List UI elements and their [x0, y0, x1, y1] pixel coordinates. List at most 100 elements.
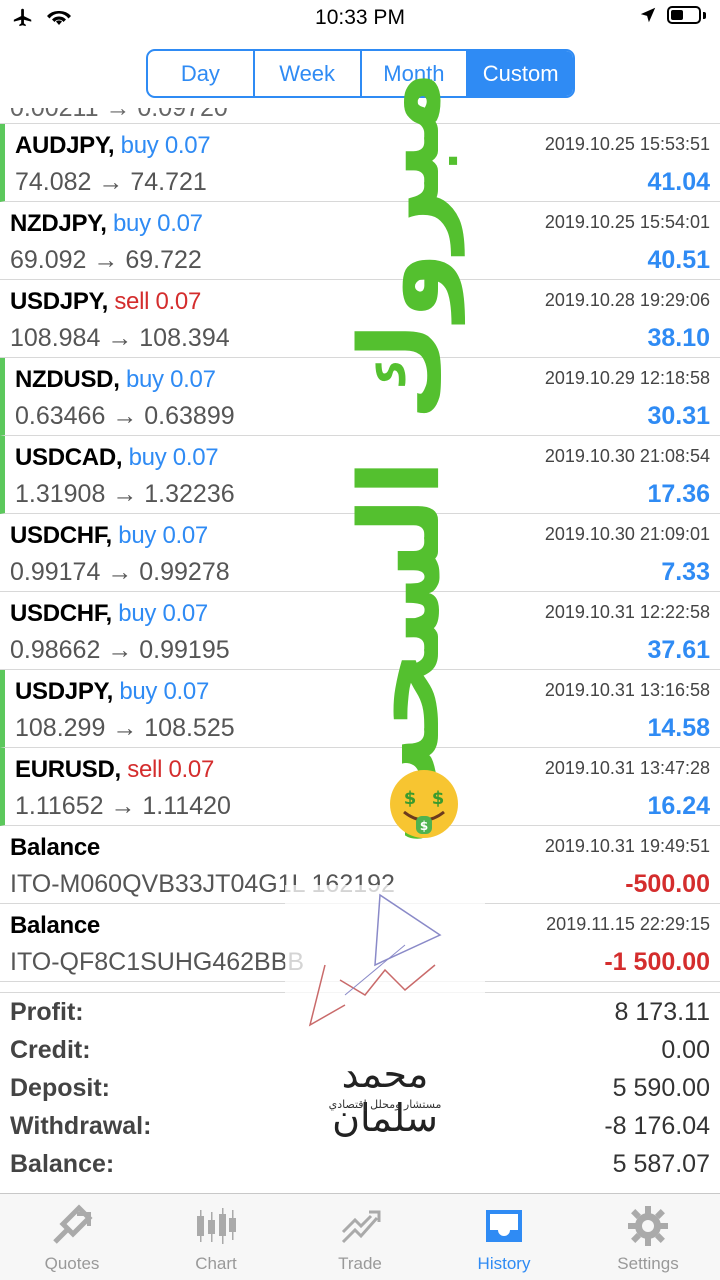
balance-ref: ITO-QF8C1SUHG462BBB — [10, 948, 305, 976]
trade-profit: 40.51 — [647, 246, 710, 274]
tab-quotes[interactable]: Quotes — [0, 1194, 144, 1280]
tab-label: Chart — [195, 1254, 237, 1273]
balance-amount: -1 500.00 — [604, 948, 710, 976]
tab-label: Trade — [338, 1254, 382, 1273]
trade-symbol-line: AUDJPY, buy 0.07 — [15, 132, 211, 160]
summary-value: 0.00 — [661, 1035, 710, 1064]
chart-icon — [197, 1208, 236, 1244]
partial-row-text: 0.00211 → 0.09720 — [10, 108, 228, 122]
trade-prices: 69.092 → 69.722 — [10, 246, 202, 274]
status-right — [639, 6, 706, 24]
trade-symbol: USDCAD, — [15, 444, 123, 471]
watermark-signature-icon — [308, 893, 442, 1027]
summary-value: 5 590.00 — [612, 1073, 710, 1102]
trade-time: 2019.10.30 21:09:01 — [544, 524, 710, 544]
trade-action: buy 0.07 — [120, 132, 211, 159]
tab-settings[interactable]: Settings — [576, 1194, 720, 1280]
balance-amount: -500.00 — [625, 870, 710, 898]
trade-profit: 16.24 — [647, 792, 710, 820]
summary-label: Profit: — [10, 997, 84, 1026]
trade-action: buy 0.07 — [112, 210, 203, 237]
summary-label: Withdrawal: — [10, 1111, 152, 1140]
trade-symbol: USDJPY, — [10, 288, 108, 315]
trade-prices: 0.63466 → 0.63899 — [15, 402, 235, 430]
trade-time: 2019.10.31 12:22:58 — [544, 602, 710, 622]
status-bar: 10:33 PM — [0, 0, 720, 36]
trade-prices: 74.082 → 74.721 — [15, 168, 207, 196]
tab-label: Quotes — [44, 1254, 100, 1273]
trade-prices: 108.299 → 108.525 — [15, 714, 235, 742]
trade-symbol-line: USDJPY, buy 0.07 — [15, 678, 209, 706]
tab-chart[interactable]: Chart — [144, 1194, 288, 1280]
money-mouth-face-icon: $ $ $ — [390, 770, 458, 838]
balance-label: Balance — [10, 912, 100, 939]
svg-text:$: $ — [404, 788, 417, 809]
trade-symbol: NZDUSD, — [15, 366, 120, 393]
congratulations-overlay: مبروك السحب — [336, 70, 464, 846]
trade-time: 2019.10.25 15:53:51 — [544, 134, 710, 154]
trade-profit: 30.31 — [647, 402, 710, 430]
trade-action: buy 0.07 — [118, 522, 208, 549]
trade-profit: 14.58 — [647, 714, 710, 742]
summary-label: Balance: — [10, 1149, 115, 1178]
trade-time: 2019.10.31 13:16:58 — [544, 680, 710, 700]
summary-value: 8 173.11 — [614, 997, 710, 1026]
trade-action: buy 0.07 — [125, 366, 216, 393]
trade-symbol: USDJPY, — [15, 678, 113, 705]
trade-symbol-line: USDJPY, sell 0.07 — [10, 288, 201, 316]
tab-trade[interactable]: Trade — [288, 1194, 432, 1280]
tab-history[interactable]: History — [432, 1194, 576, 1280]
trade-prices: 108.984 → 108.394 — [10, 324, 230, 352]
trade-symbol-line: USDCHF, buy 0.07 — [10, 522, 208, 550]
trade-icon — [341, 1210, 381, 1244]
quotes-icon — [53, 1204, 93, 1244]
trade-symbol-line: EURUSD, sell 0.07 — [15, 756, 214, 784]
trade-symbol: EURUSD, — [15, 756, 121, 783]
trade-symbol: USDCHF, — [10, 522, 112, 549]
summary-balance: Balance: 5 587.07 — [0, 1145, 720, 1183]
location-icon — [640, 7, 656, 23]
trade-profit: 41.04 — [647, 168, 710, 196]
trade-symbol: NZDJPY, — [10, 210, 107, 237]
watermark-subtitle: مستشار ومحلل إقتصادي — [328, 1098, 442, 1111]
gear-icon — [628, 1206, 668, 1246]
trade-symbol: AUDJPY, — [15, 132, 115, 159]
trade-time: 2019.10.29 12:18:58 — [544, 368, 710, 388]
balance-time: 2019.10.31 19:49:51 — [544, 836, 710, 856]
svg-text:$: $ — [420, 819, 428, 833]
svg-text:$: $ — [432, 788, 445, 809]
trade-action: buy 0.07 — [119, 678, 210, 705]
trade-prices: 0.98662 → 0.99195 — [10, 636, 230, 664]
tab-label: Settings — [617, 1254, 679, 1273]
tab-label: History — [477, 1254, 531, 1273]
tab-bar: Quotes Chart Trade History Settings — [0, 1193, 720, 1280]
summary-value: 5 587.07 — [612, 1149, 710, 1178]
history-icon — [486, 1210, 522, 1242]
trade-symbol-line: USDCAD, buy 0.07 — [15, 444, 219, 472]
balance-time: 2019.11.15 22:29:15 — [546, 914, 710, 934]
segment-custom[interactable]: Custom — [468, 51, 573, 96]
trade-profit: 7.33 — [661, 558, 710, 586]
balance-label: Balance — [10, 834, 100, 861]
trade-symbol-line: NZDUSD, buy 0.07 — [15, 366, 216, 394]
trade-time: 2019.10.30 21:08:54 — [544, 446, 710, 466]
trade-action: buy 0.07 — [128, 444, 219, 471]
trade-prices: 1.31908 → 1.32236 — [15, 480, 235, 508]
summary-label: Credit: — [10, 1035, 91, 1064]
trade-time: 2019.10.31 13:47:28 — [544, 758, 710, 778]
trade-time: 2019.10.28 19:29:06 — [544, 290, 710, 310]
trade-profit: 37.61 — [647, 636, 710, 664]
trade-profit: 17.36 — [647, 480, 710, 508]
summary-value: -8 176.04 — [604, 1111, 710, 1140]
watermark-logo — [285, 885, 485, 1035]
battery-icon — [667, 6, 701, 24]
trade-time: 2019.10.25 15:54:01 — [544, 212, 710, 232]
trade-prices: 0.99174 → 0.99278 — [10, 558, 230, 586]
clock: 10:33 PM — [315, 6, 405, 29]
trade-symbol: USDCHF, — [10, 600, 112, 627]
segment-day[interactable]: Day — [148, 51, 255, 96]
watermark-name: محمد سلمان — [332, 1052, 438, 1140]
trade-symbol-line: NZDJPY, buy 0.07 — [10, 210, 203, 238]
trade-profit: 38.10 — [647, 324, 710, 352]
battery-cap — [703, 11, 706, 19]
